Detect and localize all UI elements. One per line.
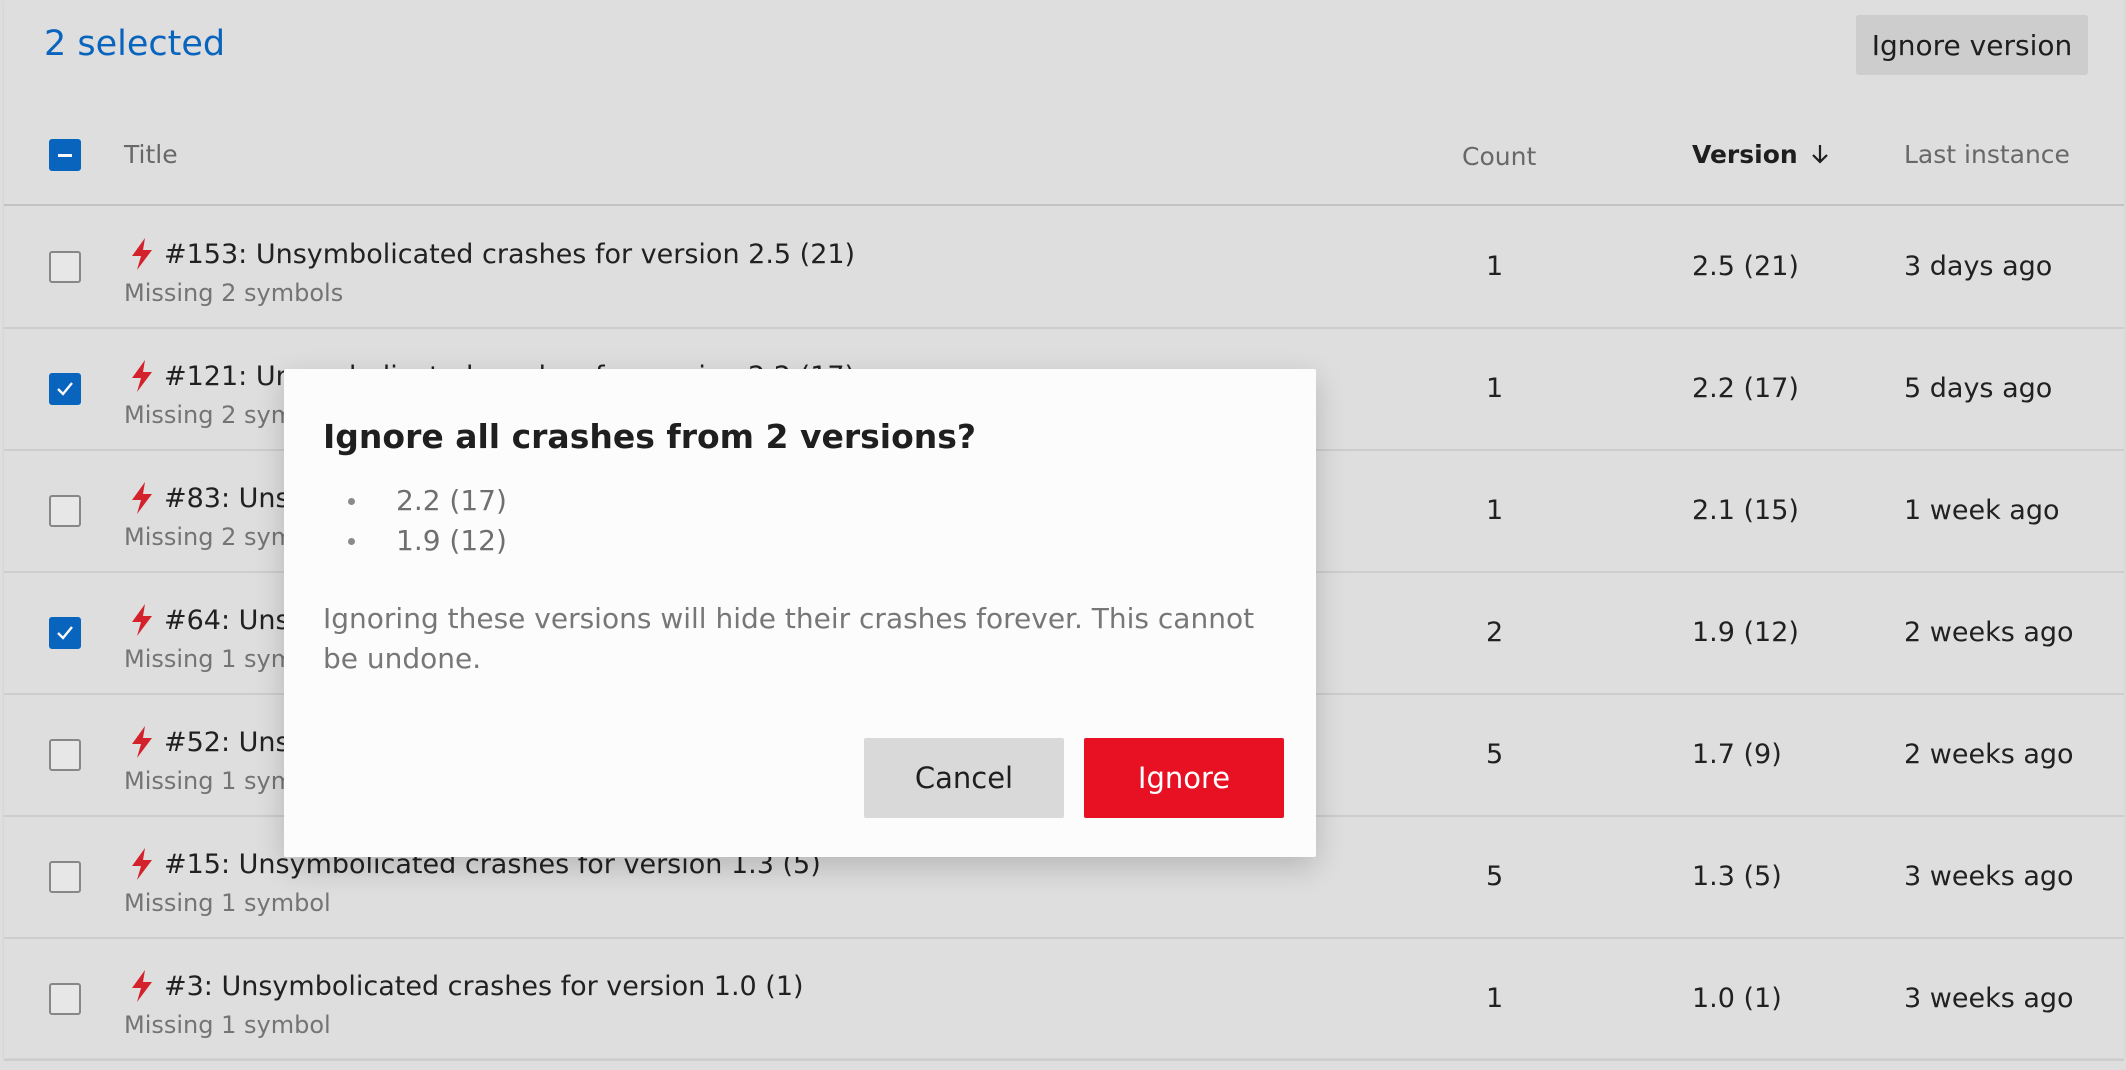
dialog-version-item: 1.9 (12) bbox=[348, 521, 507, 561]
dialog-message: Ignoring these versions will hide their … bbox=[323, 602, 1255, 675]
dialog-version-item: 2.2 (17) bbox=[348, 481, 507, 521]
bullet-icon bbox=[348, 498, 355, 505]
dialog-version-list: 2.2 (17) 1.9 (12) bbox=[348, 481, 507, 561]
dialog-version-label: 2.2 (17) bbox=[396, 484, 507, 517]
cancel-button[interactable]: Cancel bbox=[864, 738, 1064, 818]
bullet-icon bbox=[348, 538, 355, 545]
ignore-button[interactable]: Ignore bbox=[1084, 738, 1284, 818]
modal-overlay: Ignore all crashes from 2 versions? 2.2 … bbox=[0, 0, 2126, 1070]
dialog-title: Ignore all crashes from 2 versions? bbox=[323, 417, 977, 456]
dialog-version-label: 1.9 (12) bbox=[396, 524, 507, 557]
ignore-versions-dialog: Ignore all crashes from 2 versions? 2.2 … bbox=[284, 369, 1316, 857]
